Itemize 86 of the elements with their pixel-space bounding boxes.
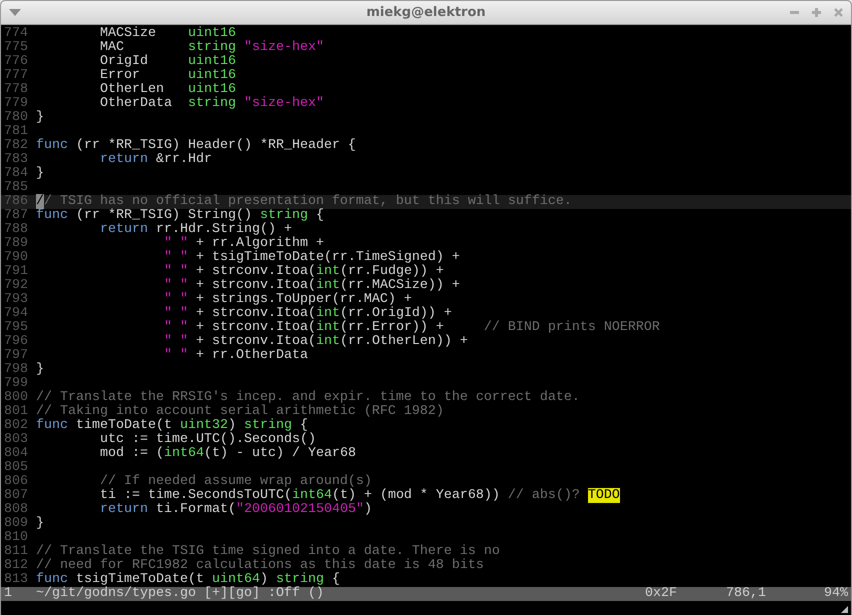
- line-number: 793: [3, 293, 29, 307]
- line-number: 782: [3, 139, 29, 153]
- code-line: // need for RFC1982 calculations as this date is 48 bits: [36, 559, 484, 573]
- code-line: func timeToDate(t uint32) string {: [36, 419, 308, 433]
- buffer-number: 1: [3, 587, 13, 601]
- line-number: 781: [3, 125, 29, 139]
- cursor-position: 786,1: [726, 587, 767, 601]
- code-line: utc := time.UTC().Seconds(): [98, 433, 316, 447]
- resize-grip-icon[interactable]: [841, 606, 848, 613]
- code-line: func (rr *RR_TSIG) Header() *RR_Header {: [36, 139, 356, 153]
- code-line: Error uint16: [98, 69, 236, 83]
- line-number: 803: [3, 433, 29, 447]
- code-line: " " + rr.Algorithm +: [162, 237, 324, 251]
- code-line: OtherLen uint16: [98, 83, 236, 97]
- code-line: " " + strconv.Itoa(int(rr.MACSize)) +: [162, 279, 460, 293]
- line-number: 780: [3, 111, 29, 125]
- code-line: return ti.Format("20060102150405"): [98, 503, 372, 517]
- code-line: func (rr *RR_TSIG) String() string {: [36, 209, 324, 223]
- code-line: // TSIG has no official presentation format, but this will suffice.: [36, 195, 572, 209]
- line-number: 812: [3, 559, 29, 573]
- line-number: 783: [3, 153, 29, 167]
- line-number: 801: [3, 405, 29, 419]
- line-number: 800: [3, 391, 29, 405]
- code-line: MAC string "size-hex": [98, 41, 324, 55]
- line-number: 784: [3, 167, 29, 181]
- line-number: 774: [3, 27, 29, 41]
- line-number: 788: [3, 223, 29, 237]
- line-number: 802: [3, 419, 29, 433]
- code-line: }: [36, 517, 44, 531]
- line-number: 794: [3, 307, 29, 321]
- code-line: mod := (int64(t) - utc) / Year68: [98, 447, 356, 461]
- line-number: 804: [3, 447, 29, 461]
- line-number: 776: [3, 55, 29, 69]
- code-line: " " + rr.OtherData: [162, 349, 308, 363]
- line-number: 792: [3, 279, 29, 293]
- line-number: 810: [3, 531, 29, 545]
- code-line: OrigId uint16: [98, 55, 236, 69]
- line-number: 787: [3, 209, 29, 223]
- line-number: 797: [3, 349, 29, 363]
- char-code: 0x2F: [645, 587, 678, 601]
- line-number: 813: [3, 573, 29, 587]
- window-title: miekg@elektron: [366, 5, 486, 20]
- code-line: // Translate the TSIG time signed into a date. There is no: [36, 545, 500, 559]
- line-number: 789: [3, 237, 29, 251]
- file-info: ~/git/godns/types.go [+][go] :Off (): [36, 587, 324, 601]
- line-number: 786: [3, 195, 29, 209]
- line-number: 777: [3, 69, 29, 83]
- line-number: 791: [3, 265, 29, 279]
- line-number: 811: [3, 545, 29, 559]
- minimize-icon[interactable]: [790, 11, 799, 14]
- code-line: func tsigTimeToDate(t uint64) string {: [36, 573, 340, 587]
- line-number: 799: [3, 377, 29, 391]
- line-number: 775: [3, 41, 29, 55]
- line-number: 806: [3, 475, 29, 489]
- maximize-icon[interactable]: [812, 8, 821, 17]
- line-number: 778: [3, 83, 29, 97]
- line-number: 790: [3, 251, 29, 265]
- dropdown-triangle-icon[interactable]: [9, 9, 21, 16]
- code-line: " " + strconv.Itoa(int(rr.OrigId)) +: [162, 307, 452, 321]
- line-number: 807: [3, 489, 29, 503]
- line-number: 798: [3, 363, 29, 377]
- code-line: " " + tsigTimeToDate(rr.TimeSigned) +: [162, 251, 460, 265]
- code-line: " " + strings.ToUpper(rr.MAC) +: [162, 293, 412, 307]
- line-number: 809: [3, 517, 29, 531]
- code-line: ti := time.SecondsToUTC(int64(t) + (mod * Year68)) // abs()? TODO: [98, 489, 620, 503]
- code-line: " " + strconv.Itoa(int(rr.Error)) + // BIND prints NOERROR: [162, 321, 660, 335]
- close-icon[interactable]: [834, 8, 843, 17]
- scroll-percent: 94%: [824, 587, 849, 601]
- line-number: 805: [3, 461, 29, 475]
- code-line: return &rr.Hdr: [98, 153, 212, 167]
- code-line: // Translate the RRSIG's incep. and expir. time to the correct date.: [36, 391, 580, 405]
- code-line: return rr.Hdr.String() +: [98, 223, 292, 237]
- line-number: 796: [3, 335, 29, 349]
- line-number: 779: [3, 97, 29, 111]
- code-line: MACSize uint16: [98, 27, 236, 41]
- code-line: }: [36, 111, 44, 125]
- code-line: }: [36, 363, 44, 377]
- code-line: }: [36, 167, 44, 181]
- line-number: 808: [3, 503, 29, 517]
- code-line: // If needed assume wrap around(s): [98, 475, 372, 489]
- code-line: OtherData string "size-hex": [98, 97, 324, 111]
- line-number: 785: [3, 181, 29, 195]
- code-line: " " + strconv.Itoa(int(rr.OtherLen)) +: [162, 335, 468, 349]
- line-number: 795: [3, 321, 29, 335]
- code-line: // Taking into account serial arithmetic (RFC 1982): [36, 405, 444, 419]
- code-line: " " + strconv.Itoa(int(rr.Fudge)) +: [162, 265, 444, 279]
